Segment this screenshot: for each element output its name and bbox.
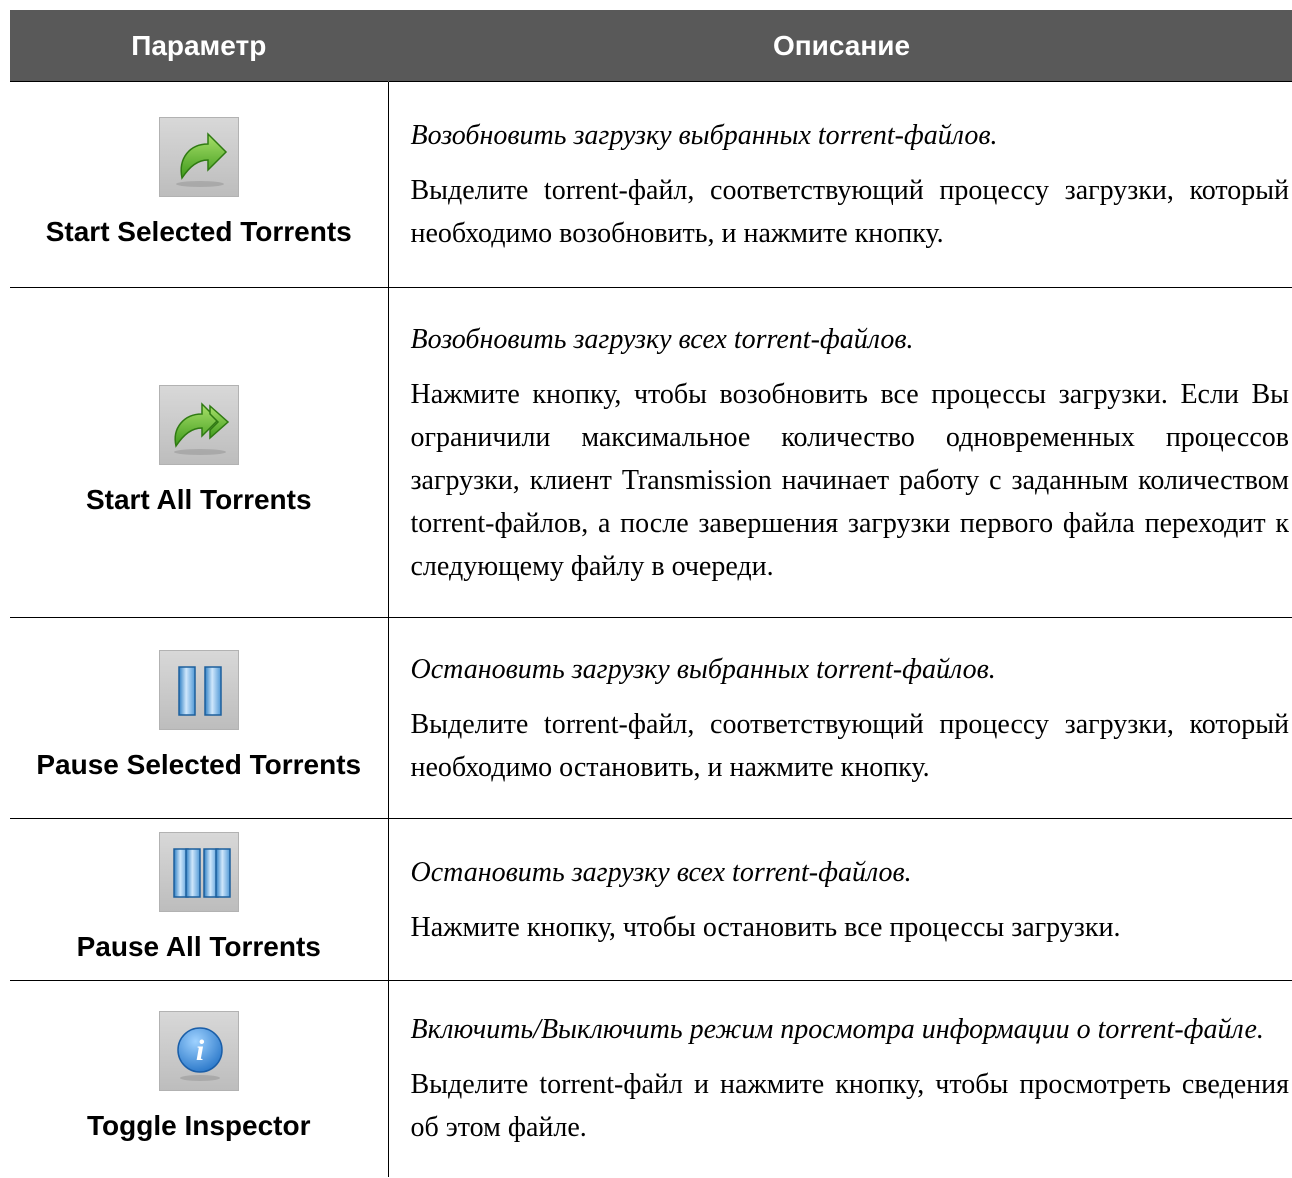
param-cell: Start All Torrents <box>10 287 389 618</box>
param-cell: Start Selected Torrents <box>10 81 389 288</box>
description-cell: Остановить загрузку всех torrent-файлов.… <box>388 818 1292 981</box>
description-cell: Возобновить загрузку выбранных torrent-ф… <box>388 81 1292 288</box>
table-row: Pause Selected Torrents Остановить загру… <box>10 617 1292 819</box>
param-column-header: Параметр <box>10 10 389 82</box>
description-cell: Остановить загрузку выбранных torrent-фа… <box>388 617 1292 819</box>
param-name: Pause All Torrents <box>76 930 321 962</box>
info-icon: i <box>158 1010 239 1091</box>
pause-all-icon <box>158 831 239 912</box>
param-name: Start All Torrents <box>85 483 312 515</box>
parameters-table: Параметр Описание Start Selected Torrent… <box>10 10 1292 1177</box>
table-header-row: Параметр Описание <box>10 10 1292 82</box>
param-name: Toggle Inspector <box>87 1109 311 1141</box>
table-row: Start Selected Torrents Возобновить загр… <box>10 81 1292 288</box>
description-summary: Возобновить загрузку выбранных torrent-ф… <box>410 120 998 151</box>
param-name: Pause Selected Torrents <box>36 749 362 780</box>
description-detail: Выделите torrent-файл, соответствующий п… <box>410 708 1290 783</box>
description-detail: Выделите torrent-файл и нажмите кнопку, … <box>410 1069 1290 1144</box>
description-detail: Нажмите кнопку, чтобы возобновить все пр… <box>410 378 1290 582</box>
param-cell: Pause Selected Torrents <box>10 617 389 819</box>
table-row: Start All Torrents Возобновить загрузку … <box>10 287 1292 618</box>
description-column-header: Описание <box>388 10 1292 82</box>
description-cell: Возобновить загрузку всех torrent-файлов… <box>388 287 1292 618</box>
svg-text:i: i <box>196 1034 205 1067</box>
description-summary: Включить/Выключить режим просмотра инфор… <box>410 1014 1264 1046</box>
description-summary: Остановить загрузку всех torrent-файлов. <box>410 856 912 888</box>
description-detail: Выделите torrent-файл, соответствующий п… <box>410 175 1290 249</box>
param-cell: Pause All Torrents <box>10 818 389 981</box>
description-summary: Остановить загрузку выбранных torrent-фа… <box>410 653 996 685</box>
table-row: Pause All Torrents Остановить загрузку в… <box>10 818 1292 981</box>
description-cell: Включить/Выключить режим просмотра инфор… <box>388 980 1292 1177</box>
start-all-icon <box>158 384 239 465</box>
description-summary: Возобновить загрузку всех torrent-файлов… <box>410 323 914 355</box>
param-name: Start Selected Torrents <box>45 215 352 247</box>
table-row: i Toggle Inspector Включить/Выключить ре… <box>10 980 1292 1177</box>
pause-selected-icon <box>158 650 239 730</box>
description-detail: Нажмите кнопку, чтобы остановить все про… <box>410 911 1121 943</box>
param-cell: i Toggle Inspector <box>10 980 389 1177</box>
start-selected-icon <box>158 116 239 197</box>
